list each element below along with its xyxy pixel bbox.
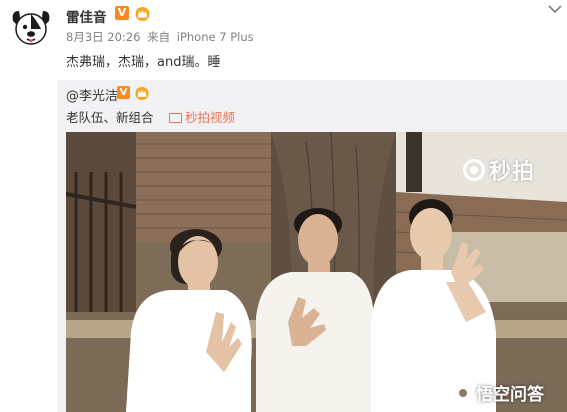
miaopai-watermark: 秒拍 bbox=[463, 154, 535, 186]
miaopai-logo-icon bbox=[463, 159, 485, 181]
crown-member-icon[interactable] bbox=[134, 85, 150, 101]
crown-member-icon[interactable] bbox=[134, 5, 151, 22]
video-link-label: 秒拍视频 bbox=[185, 110, 236, 125]
post-meta: 8月3日 20:26 来自 iPhone 7 Plus bbox=[66, 29, 254, 45]
post-text: 杰弗瑞，杰瑞，and瑞。睡 bbox=[66, 55, 221, 70]
post-timestamp[interactable]: 8月3日 20:26 bbox=[66, 29, 140, 45]
miaopai-label: 秒拍 bbox=[489, 160, 536, 185]
wukong-watermark: 悟空问答 bbox=[454, 380, 544, 405]
video-link[interactable]: 秒拍视频 bbox=[169, 107, 235, 126]
repost-verified-badge: V bbox=[117, 86, 130, 99]
video-player[interactable]: 秒拍 悟空问答 bbox=[66, 132, 567, 412]
post-card: 雷佳音 V 8月3日 20:26 来自 iPhone 7 Plus 杰弗瑞，杰瑞… bbox=[0, 0, 567, 80]
wukong-label: 悟空问答 bbox=[476, 385, 544, 405]
author-name[interactable]: 雷佳音 bbox=[66, 6, 107, 26]
video-camera-icon bbox=[169, 112, 182, 123]
source-prefix: 来自 bbox=[147, 30, 171, 44]
post-source[interactable]: iPhone 7 Plus bbox=[177, 30, 254, 44]
repost-card: @李光洁 V 老队伍、新组合 秒拍视频 秒拍 悟空问答 bbox=[57, 80, 567, 412]
verified-badge: V bbox=[115, 6, 129, 20]
repost-author[interactable]: @李光洁 bbox=[66, 85, 118, 104]
repost-text: 老队伍、新组合 bbox=[66, 110, 154, 125]
wukong-logo-icon bbox=[454, 384, 472, 402]
chevron-down-icon[interactable] bbox=[546, 0, 564, 14]
dog-avatar[interactable] bbox=[7, 3, 55, 51]
